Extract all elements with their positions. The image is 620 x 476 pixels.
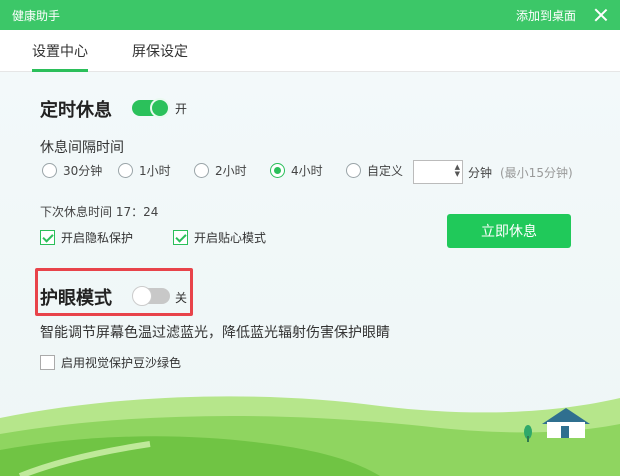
radio-label: 自定义 bbox=[367, 164, 404, 178]
interval-radio-group: 30分钟 1小时 2小时 4小时 自定义 bbox=[42, 162, 403, 179]
radio-button bbox=[42, 163, 57, 178]
radio-1hour[interactable]: 1小时 bbox=[118, 162, 194, 179]
checkbox-icon bbox=[40, 230, 55, 245]
house-icon bbox=[542, 408, 590, 438]
tree-icon bbox=[524, 425, 532, 442]
close-icon[interactable] bbox=[594, 8, 608, 22]
timed-rest-title: 定时休息 bbox=[40, 100, 112, 121]
radio-button bbox=[194, 163, 209, 178]
radio-custom[interactable]: 自定义 bbox=[346, 162, 403, 179]
eye-mode-toggle[interactable] bbox=[132, 286, 170, 306]
tab-screensaver[interactable]: 屏保设定 bbox=[132, 30, 188, 72]
timed-rest-toggle-label: 开 bbox=[175, 102, 188, 116]
radio-label: 2小时 bbox=[215, 164, 247, 178]
radio-label: 1小时 bbox=[139, 164, 171, 178]
radio-label: 4小时 bbox=[291, 164, 323, 178]
interval-label: 休息间隔时间 bbox=[40, 140, 124, 156]
radio-button bbox=[346, 163, 361, 178]
timed-rest-toggle[interactable] bbox=[132, 98, 170, 118]
bean-green-checkbox[interactable]: 启用视觉保护豆沙绿色 bbox=[40, 354, 181, 371]
radio-2hours[interactable]: 2小时 bbox=[194, 162, 270, 179]
privacy-checkbox[interactable]: 开启隐私保护 bbox=[40, 229, 133, 246]
radio-button-checked bbox=[270, 163, 285, 178]
minutes-hint: (最小15分钟) bbox=[500, 166, 573, 180]
checkbox-label: 启用视觉保护豆沙绿色 bbox=[61, 356, 182, 370]
tab-bar: 设置中心 屏保设定 bbox=[0, 30, 620, 72]
care-mode-checkbox[interactable]: 开启贴心模式 bbox=[173, 229, 266, 246]
settings-panel: 定时休息 开 休息间隔时间 30分钟 1小时 2小时 4小时 自定义 ▲ ▼ 分钟… bbox=[0, 72, 620, 476]
tab-label: 设置中心 bbox=[32, 43, 88, 60]
eye-mode-title: 护眼模式 bbox=[40, 288, 112, 309]
eye-mode-description: 智能调节屏幕色温过滤蓝光，降低蓝光辐射伤害保护眼睛 bbox=[40, 325, 390, 341]
add-to-desktop-link[interactable]: 添加到桌面 bbox=[516, 7, 576, 24]
custom-minutes-spinbox[interactable]: ▲ ▼ bbox=[413, 160, 463, 184]
radio-30min[interactable]: 30分钟 bbox=[42, 162, 118, 179]
radio-button bbox=[118, 163, 133, 178]
checkbox-icon bbox=[40, 355, 55, 370]
radio-4hours[interactable]: 4小时 bbox=[270, 162, 346, 179]
tab-label: 屏保设定 bbox=[132, 43, 188, 60]
radio-label: 30分钟 bbox=[63, 164, 103, 178]
app-title: 健康助手 bbox=[12, 8, 61, 23]
title-bar: 健康助手 添加到桌面 bbox=[0, 0, 620, 30]
minutes-label: 分钟 bbox=[468, 166, 493, 180]
checkbox-label: 开启贴心模式 bbox=[194, 231, 267, 245]
checkbox-label: 开启隐私保护 bbox=[61, 231, 134, 245]
tab-settings-center[interactable]: 设置中心 bbox=[32, 30, 88, 72]
next-rest-time: 下次休息时间 17：24 bbox=[40, 205, 159, 219]
eye-mode-toggle-label: 关 bbox=[175, 291, 188, 305]
rest-now-button[interactable]: 立即休息 bbox=[447, 214, 571, 248]
checkbox-icon bbox=[173, 230, 188, 245]
spin-arrows-icon[interactable]: ▲ ▼ bbox=[455, 164, 460, 178]
